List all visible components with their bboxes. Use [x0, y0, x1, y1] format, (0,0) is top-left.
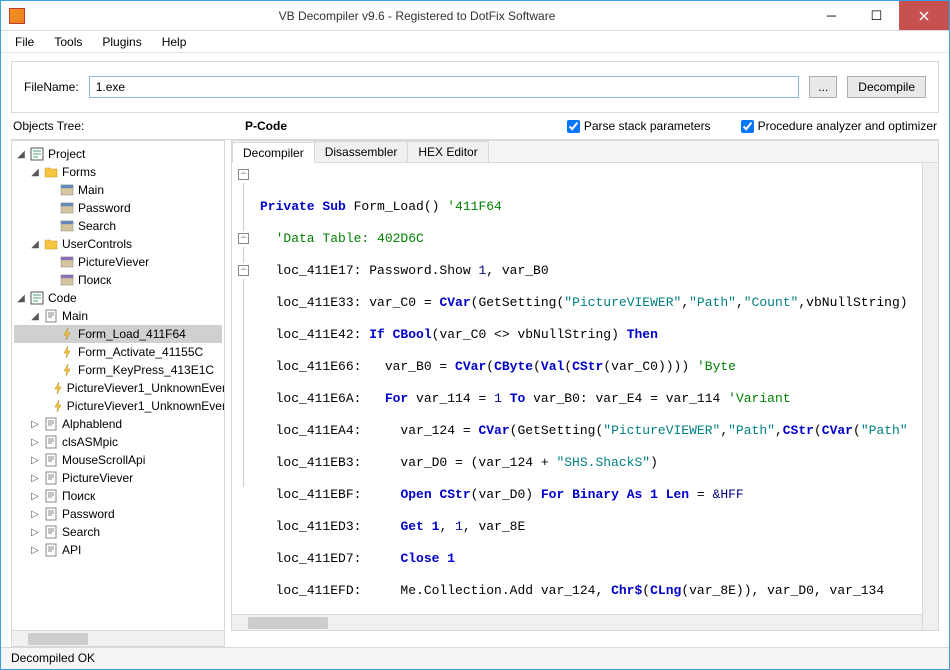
bolt-icon	[60, 345, 74, 359]
tree-pictureviewer2[interactable]: ▷PictureViever	[14, 469, 222, 487]
module-icon	[44, 507, 58, 521]
module-icon	[44, 471, 58, 485]
filename-label: FileName:	[24, 80, 79, 94]
usercontrol-icon	[60, 273, 74, 287]
bolt-icon	[60, 327, 74, 341]
fold-icon[interactable]: −	[238, 233, 249, 244]
objects-tree-label: Objects Tree:	[13, 119, 225, 133]
module-icon	[44, 453, 58, 467]
pcode-label: P-Code	[245, 119, 385, 133]
objects-tree[interactable]: ◢Project ◢Forms .Main .Password .Search …	[11, 140, 225, 631]
usercontrol-icon	[60, 255, 74, 269]
tab-decompiler[interactable]: Decompiler	[232, 142, 315, 163]
browse-button[interactable]: ...	[809, 76, 837, 98]
parse-stack-checkbox[interactable]: Parse stack parameters	[567, 119, 711, 133]
tab-disassembler[interactable]: Disassembler	[314, 141, 409, 162]
tree-clsasmpic[interactable]: ▷clsASMpic	[14, 433, 222, 451]
menu-tools[interactable]: Tools	[46, 33, 90, 51]
form-icon	[60, 183, 74, 197]
tree-hscrollbar[interactable]	[11, 631, 225, 647]
tree-mousescrollapi[interactable]: ▷MouseScrollApi	[14, 451, 222, 469]
tree-search2[interactable]: ▷Search	[14, 523, 222, 541]
bolt-icon	[60, 363, 74, 377]
tree-poisk2[interactable]: ▷Поиск	[14, 487, 222, 505]
fold-icon[interactable]: −	[238, 265, 249, 276]
tree-usercontrols[interactable]: ◢UserControls	[14, 235, 222, 253]
tree-password2[interactable]: ▷Password	[14, 505, 222, 523]
module-icon	[44, 525, 58, 539]
tab-hex[interactable]: HEX Editor	[407, 141, 488, 162]
filename-input[interactable]	[89, 76, 800, 98]
project-icon	[30, 147, 44, 161]
module-icon	[44, 489, 58, 503]
menu-help[interactable]: Help	[154, 33, 195, 51]
folder-icon	[44, 165, 58, 179]
form-icon	[60, 201, 74, 215]
module-icon	[44, 435, 58, 449]
tree-form-search[interactable]: .Search	[14, 217, 222, 235]
tree-alphablend[interactable]: ▷Alphablend	[14, 415, 222, 433]
fold-gutter: − − −	[232, 167, 256, 487]
decompile-button[interactable]: Decompile	[847, 76, 926, 98]
menubar: File Tools Plugins Help	[1, 31, 949, 53]
tree-forms[interactable]: ◢Forms	[14, 163, 222, 181]
fold-icon[interactable]: −	[238, 169, 249, 180]
module-icon	[44, 543, 58, 557]
menu-plugins[interactable]: Plugins	[94, 33, 149, 51]
module-icon	[44, 309, 58, 323]
app-icon	[9, 8, 25, 24]
tree-form-keypress[interactable]: .Form_KeyPress_413E1C	[14, 361, 222, 379]
proc-analyzer-checkbox[interactable]: Procedure analyzer and optimizer	[741, 119, 937, 133]
code-icon	[30, 291, 44, 305]
window-title: VB Decompiler v9.6 - Registered to DotFi…	[25, 9, 809, 23]
code-hscrollbar[interactable]	[232, 614, 922, 630]
tree-code[interactable]: ◢Code	[14, 289, 222, 307]
status-text: Decompiled OK	[11, 651, 95, 665]
tree-api[interactable]: ▷API	[14, 541, 222, 559]
close-button[interactable]	[899, 1, 949, 30]
code-vscrollbar[interactable]	[922, 163, 938, 630]
bolt-icon	[53, 381, 63, 395]
statusbar: Decompiled OK	[1, 647, 949, 669]
module-icon	[44, 417, 58, 431]
folder-icon	[44, 237, 58, 251]
tree-form-load[interactable]: .Form_Load_411F64	[14, 325, 222, 343]
tree-project[interactable]: ◢Project	[14, 145, 222, 163]
code-view[interactable]: − − − Private Sub Form_Load() '411F64 'D…	[232, 163, 922, 614]
minimize-button[interactable]: ─	[809, 1, 854, 30]
menu-file[interactable]: File	[7, 33, 42, 51]
tree-form-activate[interactable]: .Form_Activate_41155C	[14, 343, 222, 361]
tree-pv1-unknown1[interactable]: .PictureViever1_UnknownEvent	[14, 379, 222, 397]
bolt-icon	[53, 399, 63, 413]
maximize-button[interactable]: ☐	[854, 1, 899, 30]
tree-form-password[interactable]: .Password	[14, 199, 222, 217]
tree-uc-poisk[interactable]: .Поиск	[14, 271, 222, 289]
tree-code-main[interactable]: ◢Main	[14, 307, 222, 325]
form-icon	[60, 219, 74, 233]
tree-uc-pictureviewer[interactable]: .PictureViever	[14, 253, 222, 271]
tree-pv1-unknown2[interactable]: .PictureViever1_UnknownEvent	[14, 397, 222, 415]
tree-form-main[interactable]: .Main	[14, 181, 222, 199]
